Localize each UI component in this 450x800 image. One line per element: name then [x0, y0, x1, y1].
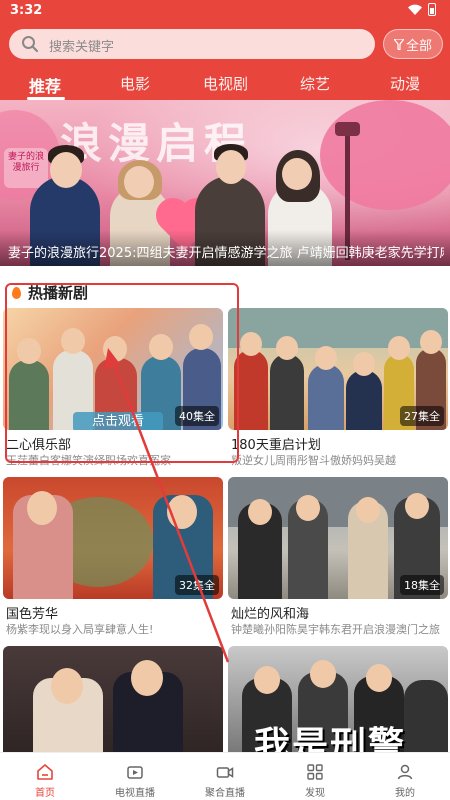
user-icon [397, 764, 413, 780]
nav-label: 电视直播 [115, 788, 155, 799]
card-title: 二心俱乐部 [6, 438, 72, 453]
poster-image: 32集全 [3, 477, 223, 599]
nav-home[interactable]: 首页 [0, 753, 90, 800]
top-header: 3:32 搜索关键字 全部 推荐 电影 电视剧 综艺 动漫 [0, 0, 450, 100]
show-logo: 妻子的浪漫旅行 [4, 148, 48, 188]
status-bar: 3:32 [0, 0, 450, 22]
all-filter-label: 全部 [405, 38, 432, 54]
card-title: 灿烂的风和海 [231, 607, 310, 622]
nav-discover[interactable]: 发现 [270, 753, 360, 800]
status-time: 3:32 [10, 3, 43, 18]
episode-badge: 40集全 [175, 406, 219, 426]
all-filter-button[interactable]: 全部 [383, 29, 443, 59]
poster-image: 我是刑警 [228, 646, 448, 768]
tab-recommend[interactable]: 推荐 [29, 73, 61, 97]
nav-label: 聚合直播 [205, 788, 245, 799]
search-icon [22, 36, 39, 53]
poster-image: 27集全 [228, 308, 448, 430]
card-title: 国色芳华 [6, 607, 59, 622]
filter-icon [393, 38, 404, 50]
card-description: 杨紫李现以身入局享肆意人生! [6, 623, 154, 636]
search-placeholder: 搜索关键字 [49, 40, 115, 55]
tab-anime[interactable]: 动漫 [390, 73, 420, 94]
search-input[interactable]: 搜索关键字 [9, 29, 375, 59]
category-tabs: 推荐 电影 电视剧 综艺 动漫 [0, 70, 450, 100]
bottom-navigation: 首页 电视直播 聚合直播 发现 我的 [0, 752, 450, 800]
nav-profile[interactable]: 我的 [360, 753, 450, 800]
home-icon [37, 764, 53, 780]
episode-badge: 32集全 [175, 575, 219, 595]
card-title: 180天重启计划 [231, 438, 321, 453]
card-description: 叛逆女儿周雨彤智斗傲娇妈妈吴越 [231, 454, 396, 467]
video-camera-icon [216, 767, 234, 778]
poster-image [3, 646, 223, 768]
episode-badge: 18集全 [400, 575, 444, 595]
status-icons [408, 3, 436, 16]
tab-movies[interactable]: 电影 [120, 73, 150, 94]
episode-badge: 27集全 [400, 406, 444, 426]
grid-icon [307, 764, 323, 780]
battery-icon [428, 3, 436, 16]
nav-label: 发现 [305, 788, 325, 799]
nav-label: 我的 [395, 788, 415, 799]
nav-label: 首页 [35, 788, 55, 799]
nav-aggregate-live[interactable]: 聚合直播 [180, 753, 270, 800]
nav-tv-live[interactable]: 电视直播 [90, 753, 180, 800]
tab-tv-series[interactable]: 电视剧 [203, 73, 248, 94]
poster-image: 点击观看 40集全 [3, 308, 223, 430]
section-title: 热播新剧 [28, 284, 89, 302]
tv-icon [127, 766, 143, 779]
card-description: 王茳蕾白客娜笑演绎职场欢喜冤家 [6, 454, 171, 467]
wifi-icon [408, 4, 422, 15]
flame-icon [12, 287, 21, 299]
card-description: 钟楚曦孙阳陈昊宇韩东君开启浪漫澳门之旅 [231, 623, 440, 636]
poster-image: 18集全 [228, 477, 448, 599]
banner-caption: 妻子的浪漫旅行2025:四组夫妻开启情感游学之旅 卢靖姗回韩庚老家先学打麻将? [8, 246, 444, 261]
watch-now-overlay: 点击观看 [73, 412, 163, 430]
tab-variety[interactable]: 综艺 [300, 73, 330, 94]
